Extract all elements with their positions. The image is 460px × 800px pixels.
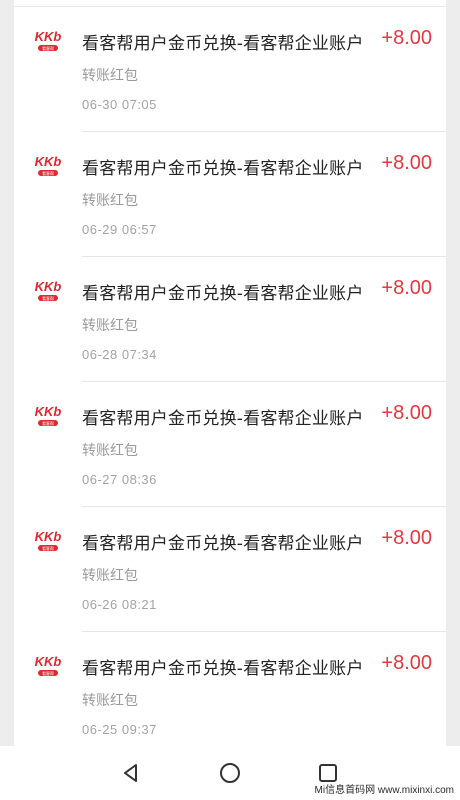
transaction-type: 转账红包 xyxy=(82,68,138,84)
list-top-edge xyxy=(14,0,446,7)
transaction-time: 06-26 08:21 xyxy=(82,597,157,612)
home-circle-icon xyxy=(220,763,240,783)
transaction-title: 看客帮用户金币兑换-看客帮企业账户 xyxy=(82,159,364,179)
kkb-logo-icon: KKb 看客帮 xyxy=(35,404,62,426)
svg-text:看客帮: 看客帮 xyxy=(42,45,54,51)
list-item[interactable]: KKb 看客帮 看客帮用户金币兑换-看客帮企业账户 +8.00 转账红包 06-… xyxy=(14,7,446,132)
watermark-text: Mi信息首码网 www.mixinxi.com xyxy=(314,785,454,796)
list-item[interactable]: KKb 看客帮 看客帮用户金币兑换-看客帮企业账户 +8.00 转账红包 06-… xyxy=(14,257,446,382)
list-item[interactable]: KKb 看客帮 看客帮用户金币兑换-看客帮企业账户 +8.00 转账红包 06-… xyxy=(14,132,446,257)
svg-text:看客帮: 看客帮 xyxy=(42,295,54,301)
svg-text:KKb: KKb xyxy=(35,404,62,419)
kkb-logo-icon: KKb 看客帮 xyxy=(35,154,62,176)
transaction-title: 看客帮用户金币兑换-看客帮企业账户 xyxy=(82,659,364,679)
kkb-logo-icon: KKb 看客帮 xyxy=(35,279,62,301)
list-item[interactable]: KKb 看客帮 看客帮用户金币兑换-看客帮企业账户 +8.00 转账红包 06-… xyxy=(14,507,446,632)
svg-text:KKb: KKb xyxy=(35,529,62,544)
system-navigation-bar: Mi信息首码网 www.mixinxi.com xyxy=(0,746,460,800)
transaction-type: 转账红包 xyxy=(82,568,138,584)
transaction-time: 06-25 09:37 xyxy=(82,722,157,737)
list-item[interactable]: KKb 看客帮 看客帮用户金币兑换-看客帮企业账户 +8.00 转账红包 06-… xyxy=(14,632,446,757)
transaction-time: 06-30 07:05 xyxy=(82,97,157,112)
transaction-type: 转账红包 xyxy=(82,693,138,709)
svg-text:看客帮: 看客帮 xyxy=(42,420,54,426)
list-item[interactable]: KKb 看客帮 看客帮用户金币兑换-看客帮企业账户 +8.00 转账红包 06-… xyxy=(14,382,446,507)
svg-text:KKb: KKb xyxy=(35,279,62,294)
transaction-type: 转账红包 xyxy=(82,193,138,209)
back-triangle-icon[interactable] xyxy=(118,760,144,786)
transaction-amount: +8.00 xyxy=(381,27,432,49)
back-triangle-icon xyxy=(124,764,137,782)
transaction-amount: +8.00 xyxy=(381,527,432,549)
kkb-logo-icon: KKb 看客帮 xyxy=(35,529,62,551)
transaction-type: 转账红包 xyxy=(82,318,138,334)
transaction-amount: +8.00 xyxy=(381,652,432,674)
svg-text:KKb: KKb xyxy=(35,154,62,169)
svg-text:KKb: KKb xyxy=(35,29,62,44)
svg-text:KKb: KKb xyxy=(35,654,62,669)
transaction-title: 看客帮用户金币兑换-看客帮企业账户 xyxy=(82,284,364,304)
transaction-title: 看客帮用户金币兑换-看客帮企业账户 xyxy=(82,534,364,554)
transaction-time: 06-27 08:36 xyxy=(82,472,157,487)
svg-text:看客帮: 看客帮 xyxy=(42,545,54,551)
transaction-time: 06-29 06:57 xyxy=(82,222,157,237)
svg-text:看客帮: 看客帮 xyxy=(42,170,54,176)
transaction-type: 转账红包 xyxy=(82,443,138,459)
kkb-logo-icon: KKb 看客帮 xyxy=(35,29,62,51)
transaction-amount: +8.00 xyxy=(381,277,432,299)
transaction-time: 06-28 07:34 xyxy=(82,347,157,362)
transaction-title: 看客帮用户金币兑换-看客帮企业账户 xyxy=(82,409,364,429)
transaction-amount: +8.00 xyxy=(381,152,432,174)
transaction-title: 看客帮用户金币兑换-看客帮企业账户 xyxy=(82,34,364,54)
svg-text:看客帮: 看客帮 xyxy=(42,670,54,676)
transaction-amount: +8.00 xyxy=(381,402,432,424)
kkb-logo-icon: KKb 看客帮 xyxy=(35,654,62,676)
home-circle-icon[interactable] xyxy=(217,760,243,786)
